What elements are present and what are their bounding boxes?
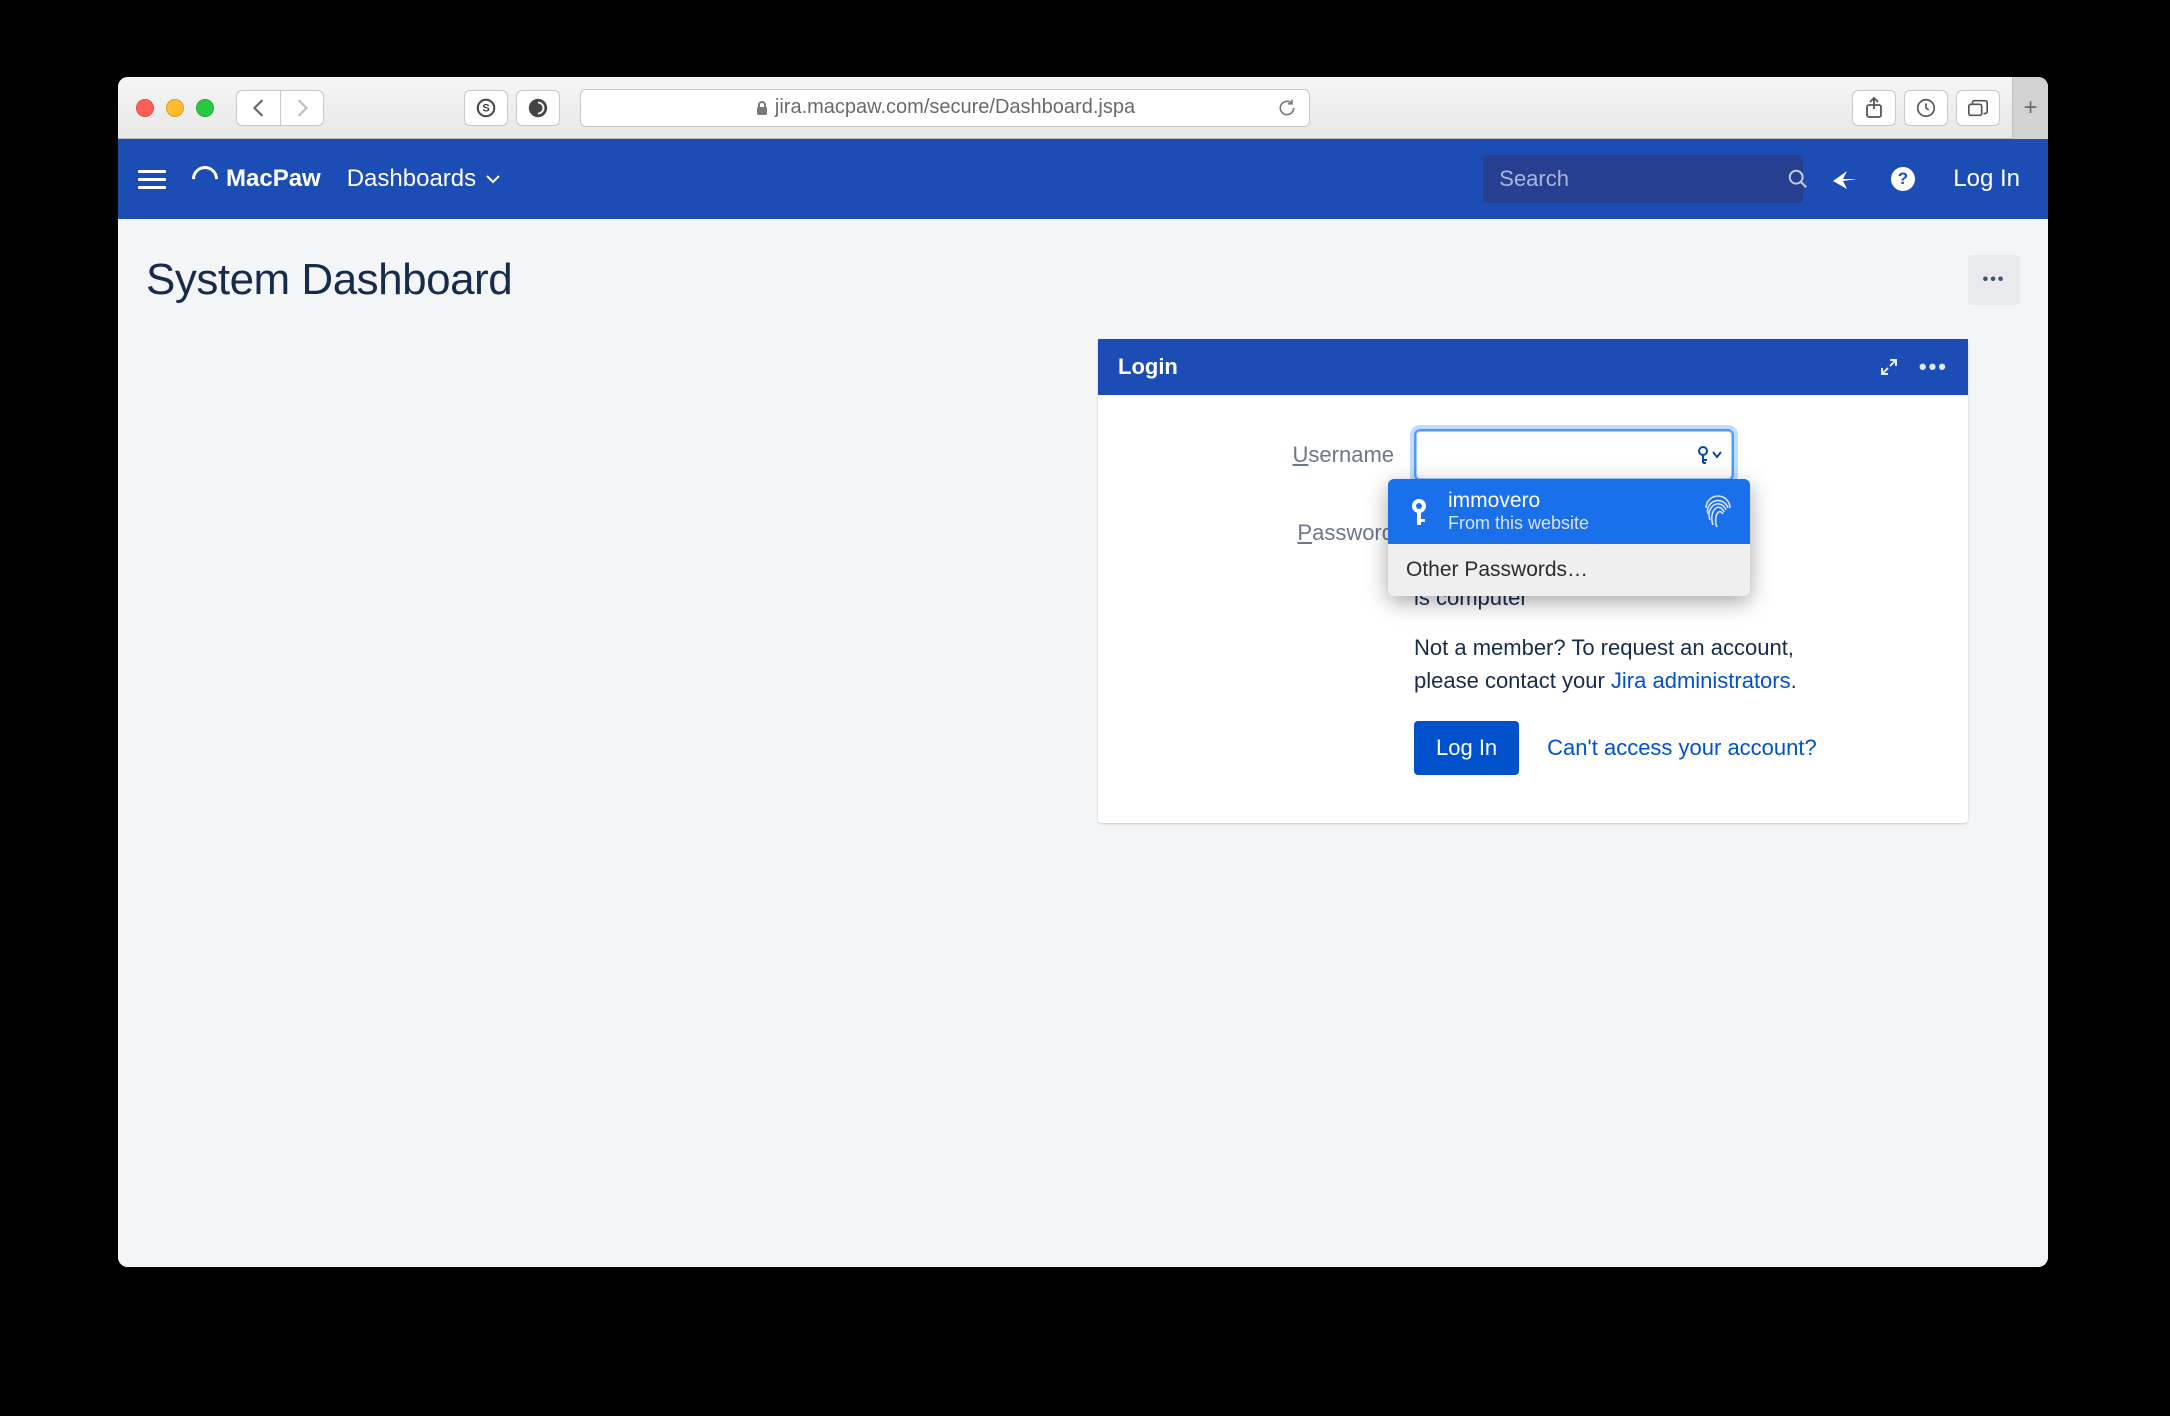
autofill-subtitle: From this website bbox=[1448, 513, 1589, 534]
page-title: System Dashboard bbox=[146, 255, 512, 305]
username-row: Username bbox=[1134, 429, 1932, 481]
expand-icon[interactable] bbox=[1879, 357, 1899, 377]
safari-window: S jira.macpaw.com/secure/Dashboard.jspa bbox=[118, 77, 2048, 1267]
keychain-picker-icon[interactable] bbox=[1696, 446, 1722, 464]
autofill-other-passwords[interactable]: Other Passwords… bbox=[1388, 544, 1750, 596]
dashboards-menu[interactable]: Dashboards bbox=[347, 165, 500, 193]
action-row: Log In Can't access your account? bbox=[1414, 721, 1932, 775]
new-tab-button[interactable]: + bbox=[2012, 77, 2048, 139]
jira-administrators-link[interactable]: Jira administrators bbox=[1611, 668, 1791, 693]
maximize-window-button[interactable] bbox=[196, 99, 214, 117]
autofill-dropdown: immovero From this website bbox=[1388, 479, 1750, 596]
close-window-button[interactable] bbox=[136, 99, 154, 117]
login-gadget: Login ••• Username bbox=[1098, 339, 1968, 823]
back-button[interactable] bbox=[236, 90, 280, 126]
login-button[interactable]: Log In bbox=[1414, 721, 1519, 775]
window-controls bbox=[136, 99, 214, 117]
feedback-button[interactable] bbox=[1829, 167, 1861, 191]
url-text: jira.macpaw.com/secure/Dashboard.jspa bbox=[775, 96, 1135, 119]
share-button[interactable] bbox=[1852, 90, 1896, 126]
browser-right-tools: + bbox=[1852, 87, 2038, 129]
address-bar[interactable]: jira.macpaw.com/secure/Dashboard.jspa bbox=[580, 89, 1310, 127]
extension-button-2[interactable] bbox=[516, 90, 560, 126]
page-actions-button[interactable]: ••• bbox=[1968, 255, 2020, 305]
login-link[interactable]: Log In bbox=[1953, 165, 2020, 193]
password-label: Password bbox=[1134, 520, 1394, 546]
help-button[interactable]: ? bbox=[1887, 166, 1919, 192]
key-icon bbox=[1404, 497, 1434, 527]
touchid-icon[interactable] bbox=[1702, 494, 1734, 530]
browser-toolbar: S jira.macpaw.com/secure/Dashboard.jspa bbox=[118, 77, 2048, 139]
gadget-header: Login ••• bbox=[1098, 339, 1968, 395]
search-box[interactable] bbox=[1483, 155, 1803, 203]
search-input[interactable] bbox=[1499, 166, 1787, 192]
autofill-suggestion[interactable]: immovero From this website bbox=[1388, 479, 1750, 544]
reload-icon[interactable] bbox=[1277, 98, 1297, 118]
tabs-button[interactable] bbox=[1956, 90, 2000, 126]
lock-icon bbox=[755, 100, 769, 116]
username-input-wrap bbox=[1414, 429, 1734, 481]
cant-access-link[interactable]: Can't access your account? bbox=[1547, 735, 1817, 761]
forward-button[interactable] bbox=[280, 90, 324, 126]
extension-buttons: S bbox=[464, 90, 560, 126]
svg-text:?: ? bbox=[1898, 169, 1908, 188]
gadget-title: Login bbox=[1118, 354, 1178, 380]
svg-text:S: S bbox=[482, 102, 489, 114]
form-right-column: is computer Not a member? To request an … bbox=[1414, 585, 1932, 775]
autofill-username: immovero bbox=[1448, 489, 1589, 513]
extension-button-1[interactable]: S bbox=[464, 90, 508, 126]
page-header: System Dashboard ••• bbox=[146, 255, 2020, 305]
username-input[interactable] bbox=[1414, 429, 1734, 481]
gadget-body: Username Password bbox=[1098, 395, 1968, 823]
not-member-text: Not a member? To request an account, ple… bbox=[1414, 631, 1932, 697]
logo-icon bbox=[187, 161, 224, 198]
gadget-menu-button[interactable]: ••• bbox=[1919, 354, 1948, 380]
minimize-window-button[interactable] bbox=[166, 99, 184, 117]
brand-logo[interactable]: MacPaw bbox=[192, 165, 321, 193]
dashboards-label: Dashboards bbox=[347, 165, 476, 193]
jira-topnav: MacPaw Dashboards ? Log In bbox=[118, 139, 2048, 219]
search-icon bbox=[1787, 168, 1809, 190]
brand-text: MacPaw bbox=[226, 165, 321, 193]
app-switcher-button[interactable] bbox=[138, 170, 166, 189]
history-button[interactable] bbox=[1904, 90, 1948, 126]
page-body: System Dashboard ••• Login ••• Username bbox=[118, 219, 2048, 1267]
username-label: Username bbox=[1134, 442, 1394, 468]
nav-button-group bbox=[236, 90, 324, 126]
chevron-down-icon bbox=[486, 174, 500, 184]
